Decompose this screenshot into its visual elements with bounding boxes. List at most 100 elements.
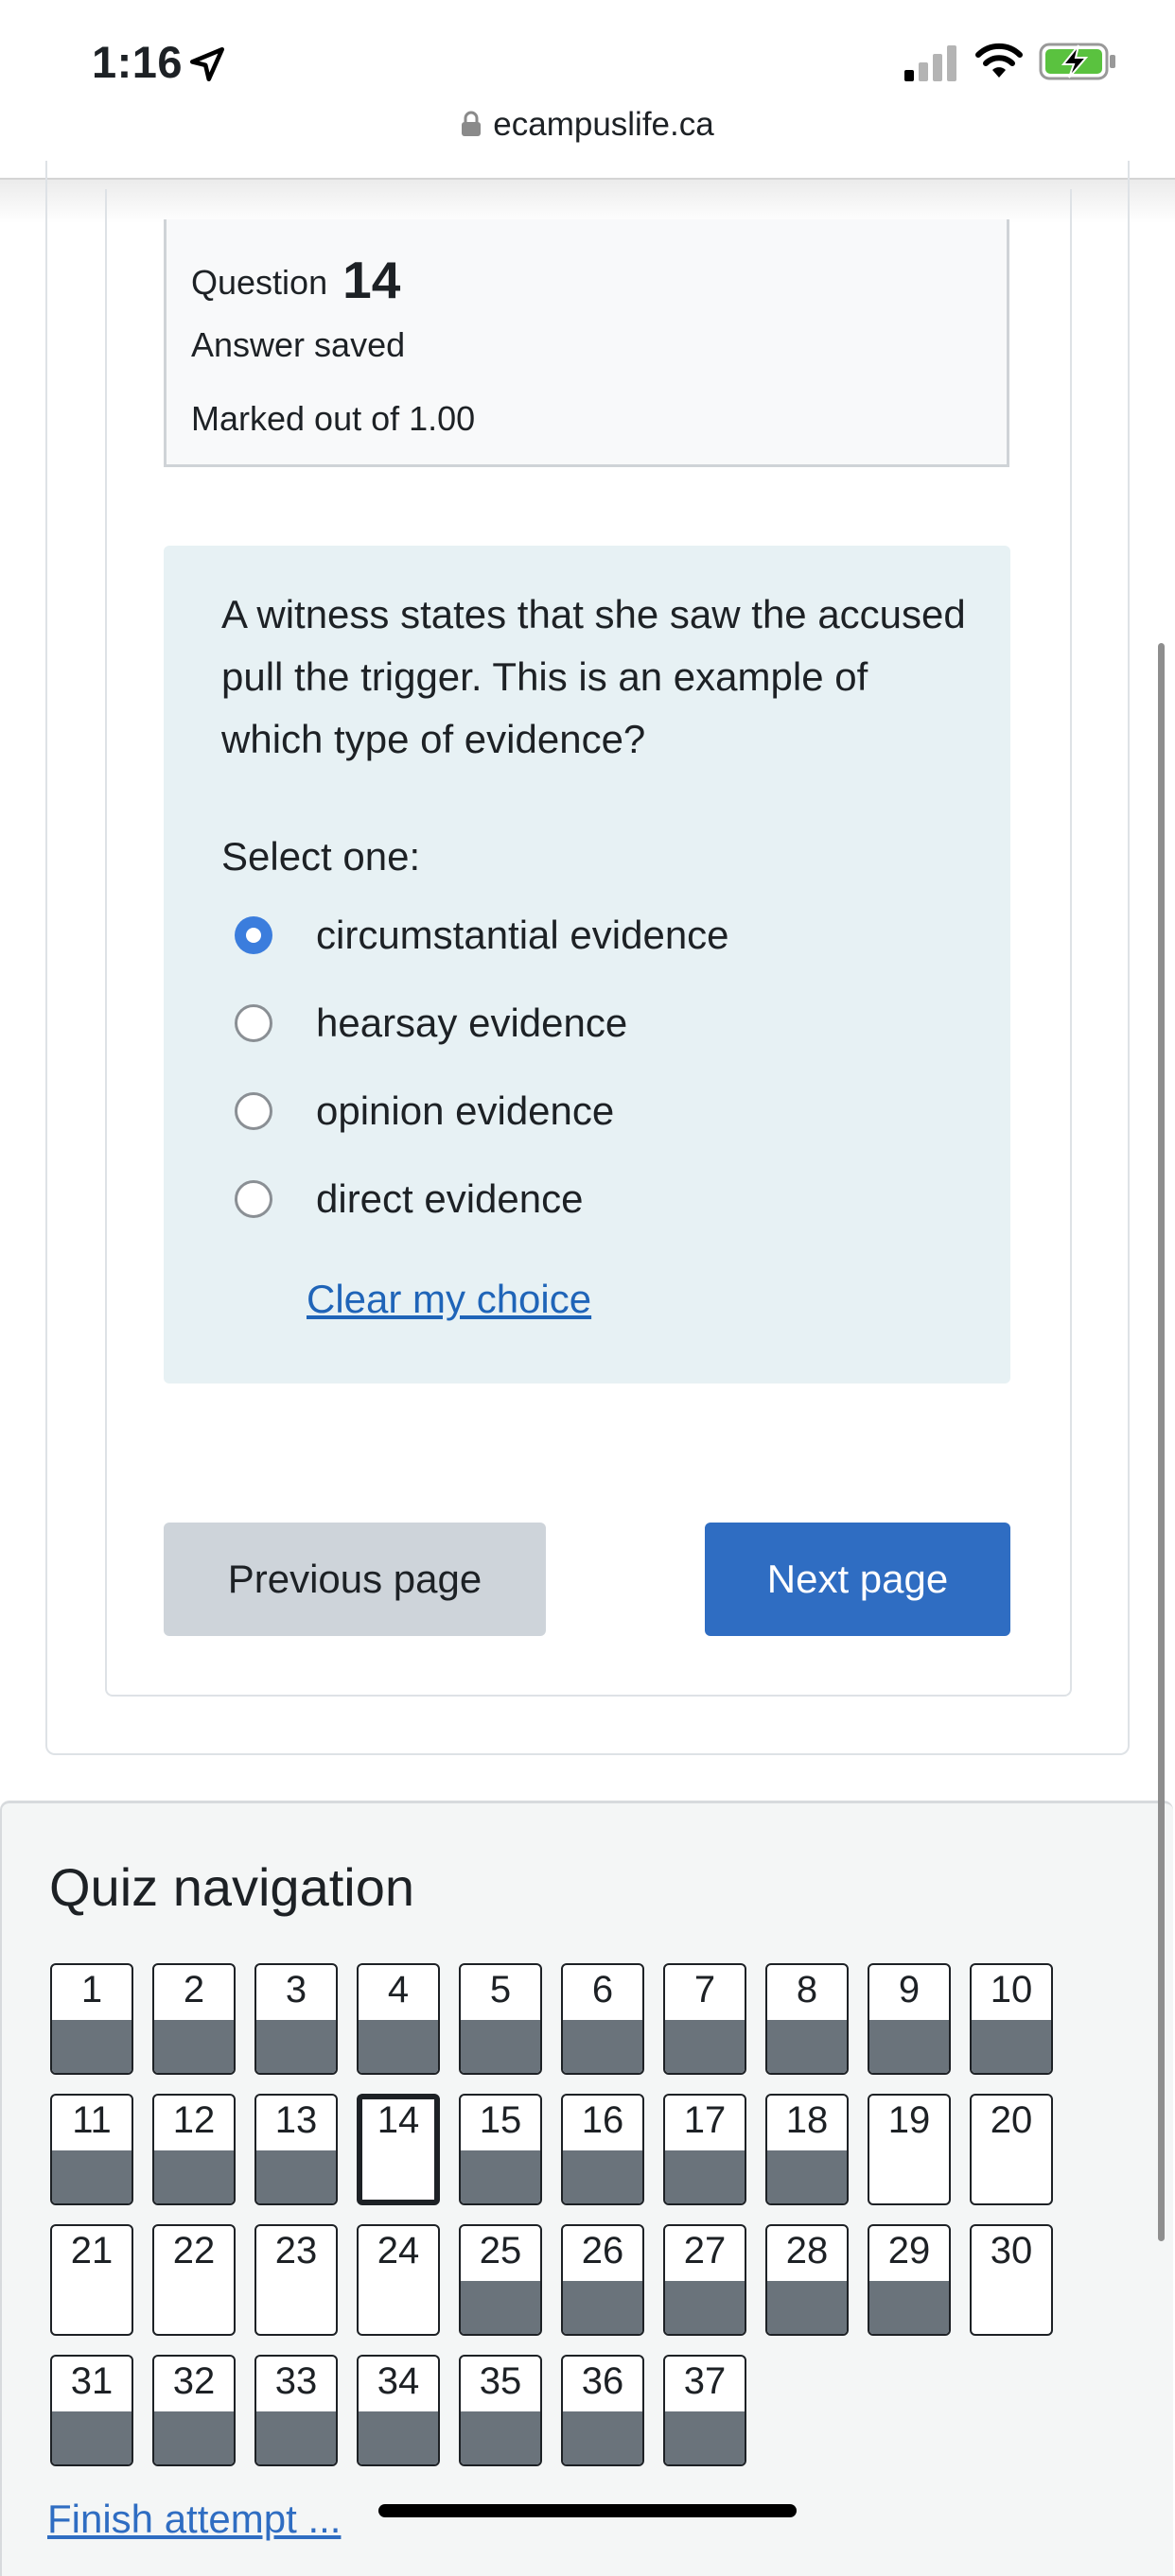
question-button-number: 2 [183, 1969, 205, 2010]
question-button-number: 25 [479, 2230, 522, 2271]
quiz-nav-question-22[interactable]: 22 [152, 2224, 236, 2336]
previous-page-button[interactable]: Previous page [164, 1523, 546, 1636]
home-indicator[interactable] [378, 2504, 797, 2517]
question-button-number: 18 [785, 2099, 829, 2141]
radio-button[interactable] [235, 1180, 272, 1218]
question-button-number: 17 [683, 2099, 727, 2141]
question-button-number: 5 [489, 1969, 512, 2010]
question-button-number: 33 [274, 2360, 318, 2402]
quiz-nav-question-10[interactable]: 10 [970, 1963, 1053, 2075]
question-button-number: 21 [70, 2230, 114, 2271]
question-button-number: 29 [887, 2230, 931, 2271]
answer-label: direct evidence [316, 1176, 584, 1221]
question-button-number: 35 [479, 2360, 522, 2402]
lock-icon [462, 111, 482, 136]
question-button-number: 6 [591, 1969, 614, 2010]
quiz-nav-question-13[interactable]: 13 [254, 2094, 338, 2205]
quiz-nav-question-11[interactable]: 11 [50, 2094, 133, 2205]
quiz-nav-question-32[interactable]: 32 [152, 2355, 236, 2466]
question-button-number: 12 [172, 2099, 216, 2141]
quiz-nav-question-2[interactable]: 2 [152, 1963, 236, 2075]
quiz-nav-question-6[interactable]: 6 [561, 1963, 644, 2075]
url-text: ecampuslife.ca [493, 106, 714, 143]
question-button-number: 9 [898, 1969, 921, 2010]
question-button-number: 30 [990, 2230, 1033, 2271]
next-page-button[interactable]: Next page [705, 1523, 1010, 1636]
question-grade: Marked out of 1.00 [191, 399, 476, 438]
question-button-number: 13 [274, 2099, 318, 2141]
quiz-nav-question-37[interactable]: 37 [663, 2355, 746, 2466]
question-button-number: 15 [479, 2099, 522, 2141]
question-number: 14 [342, 251, 401, 309]
question-button-number: 3 [285, 1969, 307, 2010]
quiz-nav-question-17[interactable]: 17 [663, 2094, 746, 2205]
quiz-nav-question-5[interactable]: 5 [459, 1963, 542, 2075]
question-button-number: 11 [72, 2099, 112, 2141]
radio-button[interactable] [235, 1004, 272, 1042]
question-button-number: 23 [274, 2230, 318, 2271]
quiz-nav-question-26[interactable]: 26 [561, 2224, 644, 2336]
question-heading: Question 14 [191, 250, 400, 310]
question-label: Question [191, 263, 328, 302]
question-button-number: 8 [796, 1969, 818, 2010]
question-content: A witness states that she saw the accuse… [164, 546, 1010, 1384]
answer-option-direct[interactable]: direct evidence [235, 1171, 584, 1227]
quiz-nav-question-36[interactable]: 36 [561, 2355, 644, 2466]
question-button-number: 34 [377, 2360, 420, 2402]
quiz-nav-question-1[interactable]: 1 [50, 1963, 133, 2075]
quiz-nav-question-31[interactable]: 31 [50, 2355, 133, 2466]
scrollbar[interactable] [1158, 643, 1165, 2241]
question-button-number: 31 [70, 2360, 114, 2402]
quiz-nav-question-30[interactable]: 30 [970, 2224, 1053, 2336]
quiz-nav-question-8[interactable]: 8 [765, 1963, 849, 2075]
quiz-nav-question-7[interactable]: 7 [663, 1963, 746, 2075]
answer-option-circumstantial[interactable]: circumstantial evidence [235, 907, 729, 964]
quiz-nav-question-16[interactable]: 16 [561, 2094, 644, 2205]
quiz-nav-question-4[interactable]: 4 [357, 1963, 440, 2075]
quiz-nav-question-14[interactable]: 14 [357, 2094, 440, 2205]
quiz-nav-question-19[interactable]: 19 [868, 2094, 951, 2205]
quiz-nav-question-34[interactable]: 34 [357, 2355, 440, 2466]
address-bar[interactable]: ecampuslife.ca [0, 106, 1175, 163]
quiz-nav-question-29[interactable]: 29 [868, 2224, 951, 2336]
question-button-number: 20 [990, 2099, 1033, 2141]
question-button-number: 36 [581, 2360, 624, 2402]
quiz-navigation-title: Quiz navigation [49, 1857, 415, 1917]
quiz-nav-question-28[interactable]: 28 [765, 2224, 849, 2336]
radio-button-selected[interactable] [235, 916, 272, 954]
question-button-number: 14 [377, 2099, 420, 2141]
question-state: Answer saved [191, 325, 406, 364]
question-button-number: 1 [80, 1969, 103, 2010]
question-button-number: 26 [581, 2230, 624, 2271]
quiz-nav-question-23[interactable]: 23 [254, 2224, 338, 2336]
quiz-nav-question-21[interactable]: 21 [50, 2224, 133, 2336]
answer-option-hearsay[interactable]: hearsay evidence [235, 995, 627, 1052]
select-prompt: Select one: [221, 834, 421, 879]
clear-choice-link[interactable]: Clear my choice [307, 1277, 591, 1322]
quiz-nav-question-9[interactable]: 9 [868, 1963, 951, 2075]
radio-button[interactable] [235, 1092, 272, 1130]
quiz-nav-question-18[interactable]: 18 [765, 2094, 849, 2205]
answer-option-opinion[interactable]: opinion evidence [235, 1083, 614, 1140]
question-button-number: 27 [683, 2230, 727, 2271]
quiz-nav-question-12[interactable]: 12 [152, 2094, 236, 2205]
quiz-nav-question-27[interactable]: 27 [663, 2224, 746, 2336]
wifi-icon [975, 43, 1023, 78]
question-button-number: 28 [785, 2230, 829, 2271]
quiz-nav-question-33[interactable]: 33 [254, 2355, 338, 2466]
location-arrow-icon [189, 46, 225, 82]
quiz-nav-question-24[interactable]: 24 [357, 2224, 440, 2336]
question-button-number: 7 [693, 1969, 716, 2010]
finish-attempt-link[interactable]: Finish attempt ... [47, 2497, 341, 2542]
status-bar: 1:16 ecampuslife.ca [0, 0, 1175, 180]
quiz-nav-question-20[interactable]: 20 [970, 2094, 1053, 2205]
question-button-number: 4 [387, 1969, 410, 2010]
quiz-nav-question-35[interactable]: 35 [459, 2355, 542, 2466]
answer-label: hearsay evidence [316, 1001, 628, 1045]
question-button-number: 16 [581, 2099, 624, 2141]
quiz-nav-question-3[interactable]: 3 [254, 1963, 338, 2075]
answer-label: circumstantial evidence [316, 913, 729, 957]
question-button-number: 37 [683, 2360, 727, 2402]
quiz-nav-question-15[interactable]: 15 [459, 2094, 542, 2205]
quiz-nav-question-25[interactable]: 25 [459, 2224, 542, 2336]
